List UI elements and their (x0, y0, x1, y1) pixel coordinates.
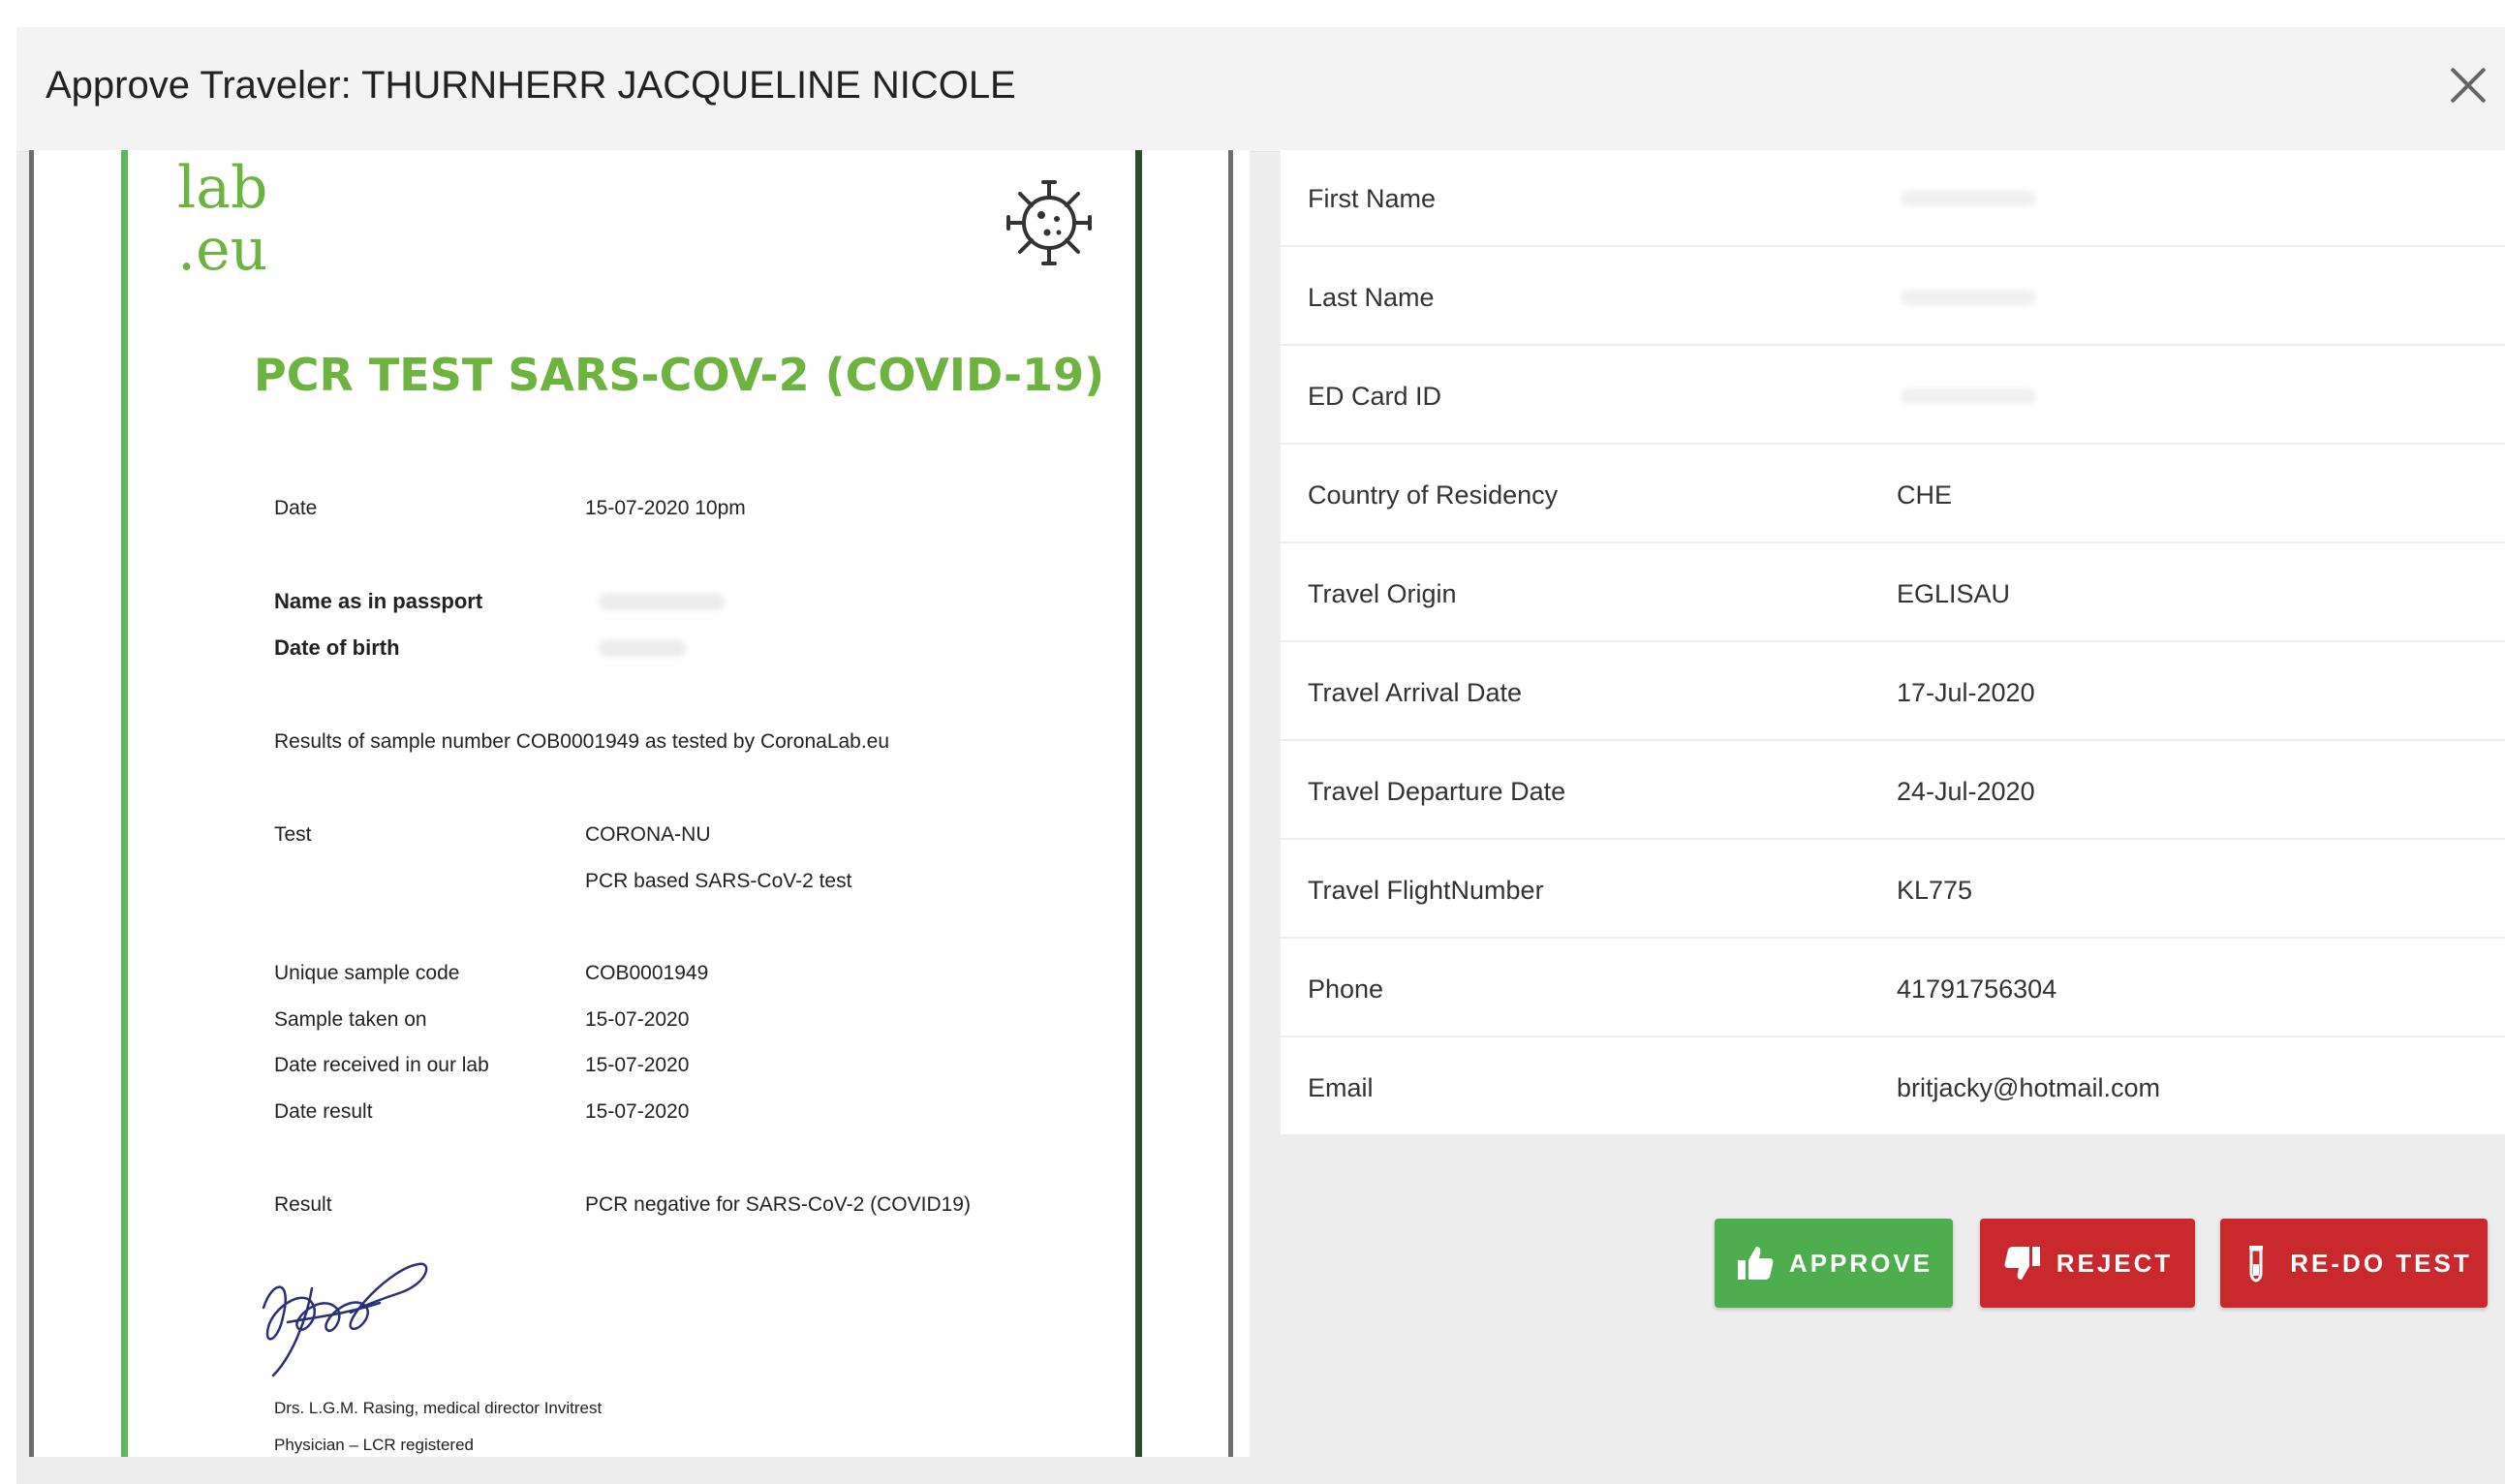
table-row: Travel FlightNumber KL775 (1281, 842, 2505, 939)
phone-value: 41791756304 (1897, 974, 2057, 1004)
last-name-label: Last Name (1308, 283, 1435, 312)
document-green-bar (121, 150, 128, 1457)
close-icon (2450, 67, 2487, 104)
test-tube-icon (2249, 1246, 2264, 1283)
redacted-value (1901, 290, 2036, 305)
flight-number-label: Travel FlightNumber (1308, 876, 1544, 905)
redo-test-button[interactable]: RE-DO TEST (2220, 1219, 2488, 1308)
approve-button[interactable]: APPROVE (1715, 1219, 1953, 1308)
test-document-viewer[interactable] (29, 150, 1250, 1457)
email-value: britjacky@hotmail.com (1897, 1073, 2160, 1102)
document-right-edge (1228, 150, 1233, 1457)
sample-taken-label: Sample taken on (274, 1008, 427, 1031)
virus-icon (1006, 180, 1092, 265)
arrival-date-value: 17-Jul-2020 (1897, 678, 2035, 707)
table-row: Travel Arrival Date 17-Jul-2020 (1281, 644, 2505, 741)
date-received-label: Date received in our lab (274, 1054, 489, 1076)
signer-title: Physician – LCR registered (274, 1436, 474, 1454)
redacted-value (1901, 388, 2036, 404)
approve-label: APPROVE (1788, 1248, 1933, 1278)
table-row: Travel Origin EGLISAU (1281, 545, 2505, 642)
departure-date-label: Travel Departure Date (1308, 777, 1566, 806)
document-dark-bar (1135, 150, 1142, 1457)
close-button[interactable] (2444, 61, 2492, 109)
reject-button[interactable]: REJECT (1980, 1219, 2195, 1308)
result-label: Result (274, 1193, 332, 1216)
signer-name: Drs. L.G.M. Rasing, medical director Inv… (274, 1399, 603, 1417)
document-left-edge (29, 150, 34, 1457)
table-row: First Name (1281, 150, 2505, 247)
sample-code-value: COB0001949 (585, 962, 709, 984)
redacted-name (599, 593, 725, 610)
flight-number-value: KL775 (1897, 876, 1973, 905)
date-label: Date (274, 497, 318, 519)
table-row: Email britjacky@hotmail.com (1281, 1039, 2505, 1136)
thumbs-down-icon (2004, 1247, 2040, 1280)
date-received-value: 15-07-2020 (585, 1054, 690, 1076)
redacted-value (1901, 191, 2036, 206)
physician-signature (262, 1262, 428, 1377)
country-value: CHE (1897, 480, 1953, 510)
phone-label: Phone (1308, 974, 1384, 1004)
name-label: Name as in passport (274, 589, 483, 613)
result-value: PCR negative for SARS-CoV-2 (COVID19) (585, 1193, 971, 1216)
date-result-value: 15-07-2020 (585, 1100, 690, 1123)
lab-eu-logo: lab .eu (177, 154, 268, 284)
arrival-date-label: Travel Arrival Date (1308, 678, 1523, 707)
table-row: Country of Residency CHE (1281, 447, 2505, 543)
travel-origin-label: Travel Origin (1308, 579, 1457, 608)
modal-title: Approve Traveler: THURNHERR JACQUELINE N… (46, 64, 1016, 107)
table-row: Travel Departure Date 24-Jul-2020 (1281, 743, 2505, 840)
results-text: Results of sample number COB0001949 as t… (274, 730, 890, 753)
reject-label: REJECT (2056, 1248, 2174, 1278)
date-result-label: Date result (274, 1100, 373, 1123)
dob-label: Date of birth (274, 635, 400, 660)
table-row: ED Card ID (1281, 348, 2505, 445)
thumbs-up-icon (1737, 1247, 1774, 1280)
modal-header: Approve Traveler: THURNHERR JACQUELINE N… (16, 27, 2505, 152)
travel-origin-value: EGLISAU (1897, 579, 2011, 608)
test-value: CORONA-NU (585, 823, 711, 846)
table-row: Phone 41791756304 (1281, 941, 2505, 1037)
document-heading: PCR TEST SARS-COV-2 (COVID-19) (254, 349, 1105, 401)
ed-card-id-label: ED Card ID (1308, 382, 1442, 411)
sample-taken-value: 15-07-2020 (585, 1008, 690, 1031)
redo-test-label: RE-DO TEST (2290, 1248, 2472, 1278)
sample-code-label: Unique sample code (274, 962, 460, 984)
test-description: PCR based SARS-CoV-2 test (585, 870, 852, 892)
first-name-label: First Name (1308, 184, 1437, 213)
redacted-dob (599, 639, 686, 657)
traveler-details-table: First Name Last Name ED Card ID Country … (1281, 150, 2505, 1134)
test-label: Test (274, 823, 312, 846)
date-value: 15-07-2020 10pm (585, 497, 746, 519)
table-row: Last Name (1281, 249, 2505, 346)
departure-date-value: 24-Jul-2020 (1897, 777, 2035, 806)
country-label: Country of Residency (1308, 480, 1559, 510)
email-label: Email (1308, 1073, 1374, 1102)
